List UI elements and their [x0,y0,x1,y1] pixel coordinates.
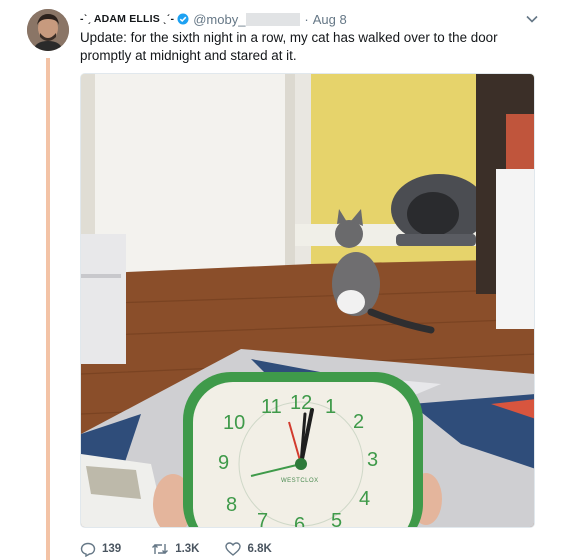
clock-brand: WESTCLOX [281,478,319,484]
tweet-text: Update: for the sixth night in a row, my… [80,30,498,63]
user-handle[interactable]: @moby_ [193,12,245,27]
clock-numeral-2: 2 [353,411,365,433]
clock-numeral-11: 11 [261,396,282,418]
clock-numeral-12: 12 [290,392,313,414]
clock-numeral-9: 9 [218,452,230,474]
clock-numeral-1: 1 [325,396,337,418]
chevron-down-icon[interactable] [525,12,539,26]
clock-numeral-7: 7 [257,510,269,528]
reply-button[interactable]: 139 [80,542,121,557]
clock-numeral-3: 3 [367,449,379,471]
reply-icon [80,542,96,557]
avatar[interactable] [27,9,69,51]
clock-numeral-4: 4 [359,488,371,510]
reply-count: 139 [102,543,122,555]
retweet-count: 1.3K [175,543,200,555]
separator-dot: · [304,11,309,27]
tweet-date[interactable]: Aug 8 [313,12,347,27]
display-name[interactable]: -ˋˏ ADAM ELLIS ˎˊ- [80,13,174,25]
tweet-actions: 139 1.3K 6.8K [80,540,292,558]
verified-badge-icon [177,13,189,25]
retweet-icon [152,544,169,554]
clock-numeral-10: 10 [223,412,246,434]
clock-numeral-6: 6 [294,514,306,528]
thread-connector-line [46,58,50,560]
like-count: 6.8K [247,543,272,555]
clock-numeral-5: 5 [331,510,343,528]
like-button[interactable]: 6.8K [225,542,272,556]
heart-icon [225,542,242,556]
handle-redaction [246,12,301,26]
clock-numeral-8: 8 [226,494,238,516]
tweet-header: -ˋˏ ADAM ELLIS ˎˊ- @moby_ · Aug 8 [80,10,347,28]
retweet-button[interactable]: 1.3K [151,542,199,556]
tweet-photo[interactable]: 12 1 2 3 4 5 6 7 8 9 10 11 WESTCLOX [80,73,535,528]
avatar-image [27,9,69,51]
